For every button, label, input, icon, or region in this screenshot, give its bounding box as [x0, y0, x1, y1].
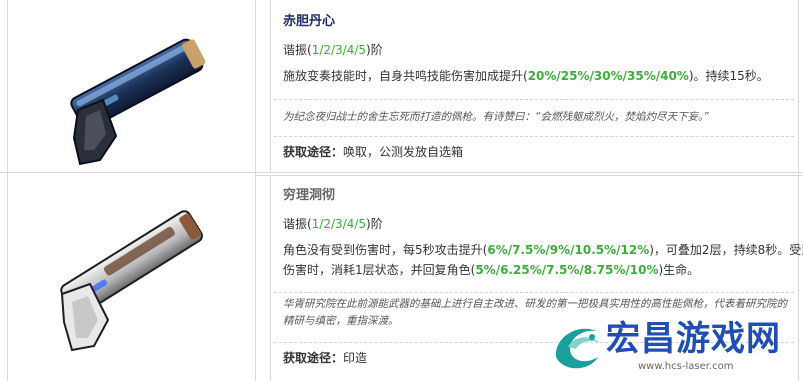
acquire-value: 唤取，公测发放自选箱: [343, 145, 464, 159]
resonance-prefix: 谐振(: [283, 43, 312, 57]
watermark-url: www.hcs-laser.com: [638, 361, 734, 372]
resonance-line-1: 谐振(1/2/3/4/5)阶: [283, 40, 383, 60]
resonance-prefix: 谐振(: [283, 217, 312, 231]
divider: [274, 99, 794, 100]
weapon-quote-1: 为纪念夜归战士的舍生忘死而打造的佩枪。有诗赞曰：“会燃残躯成烈火，焚焰灼尽天下妄…: [283, 111, 709, 123]
effect-prefix: 施放变奏技能时，自身共鸣技能伤害加成提升(: [283, 69, 528, 83]
watermark: 宏昌游戏网 www.hcs-laser.com: [548, 315, 800, 381]
resonance-line-2: 谐振(1/2/3/4/5)阶: [283, 214, 383, 234]
divider: [274, 136, 794, 137]
acquire-line-2: 获取途径：印造: [283, 348, 367, 368]
effect-values: 5%/6.25%/7.5%/8.75%/10%: [475, 263, 659, 277]
watermark-title: 宏昌游戏网: [606, 319, 781, 359]
effect-suffix: )生命。: [658, 263, 700, 277]
weapon-table: 赤胆丹心 谐振(1/2/3/4/5)阶 施放变奏技能时，自身共鸣技能伤害加成提升…: [0, 0, 803, 381]
effect-prefix: 角色没有受到伤害时，每5秒攻击提升(: [283, 243, 488, 257]
weapon-image-2: [38, 190, 223, 359]
effect-suffix: )。持续15秒。: [688, 69, 769, 83]
grid-line: [270, 0, 271, 172]
effect-values: 20%/25%/30%/35%/40%: [527, 69, 689, 83]
grid-line: [7, 0, 8, 381]
grid-line: [255, 0, 256, 381]
weapon-name-1: 赤胆丹心: [283, 14, 336, 29]
effect-suffix: )，可叠加2层，持续8秒。受到: [649, 243, 803, 257]
divider: [274, 292, 794, 293]
resonance-levels: 1/2/3/4/5: [311, 43, 367, 57]
effect-prefix: 伤害时，消耗1层状态，并回复角色(: [283, 263, 476, 277]
effect-values: 6%/7.5%/9%/10.5%/12%: [487, 243, 650, 257]
resonance-suffix: )阶: [366, 217, 383, 231]
grid-line: [270, 175, 271, 381]
acquire-line-1: 获取途径：唤取，公测发放自选箱: [283, 142, 463, 162]
acquire-label: 获取途径：: [283, 145, 344, 159]
weapon-image-1: [48, 18, 218, 172]
watermark-logo-icon: [555, 328, 600, 369]
acquire-label: 获取途径：: [283, 351, 344, 365]
grid-line: [0, 172, 803, 173]
weapon-name-2: 穷理洞彻: [283, 188, 336, 203]
acquire-value: 印造: [343, 351, 368, 365]
resonance-suffix: )阶: [366, 43, 383, 57]
effect-line-1: 施放变奏技能时，自身共鸣技能伤害加成提升(20%/25%/30%/35%/40%…: [283, 66, 769, 86]
resonance-levels: 1/2/3/4/5: [311, 217, 367, 231]
effect-line-2b: 伤害时，消耗1层状态，并回复角色(5%/6.25%/7.5%/8.75%/10%…: [283, 260, 699, 280]
effect-line-2a: 角色没有受到伤害时，每5秒攻击提升(6%/7.5%/9%/10.5%/12%)，…: [283, 240, 803, 260]
grid-line: [255, 175, 803, 176]
